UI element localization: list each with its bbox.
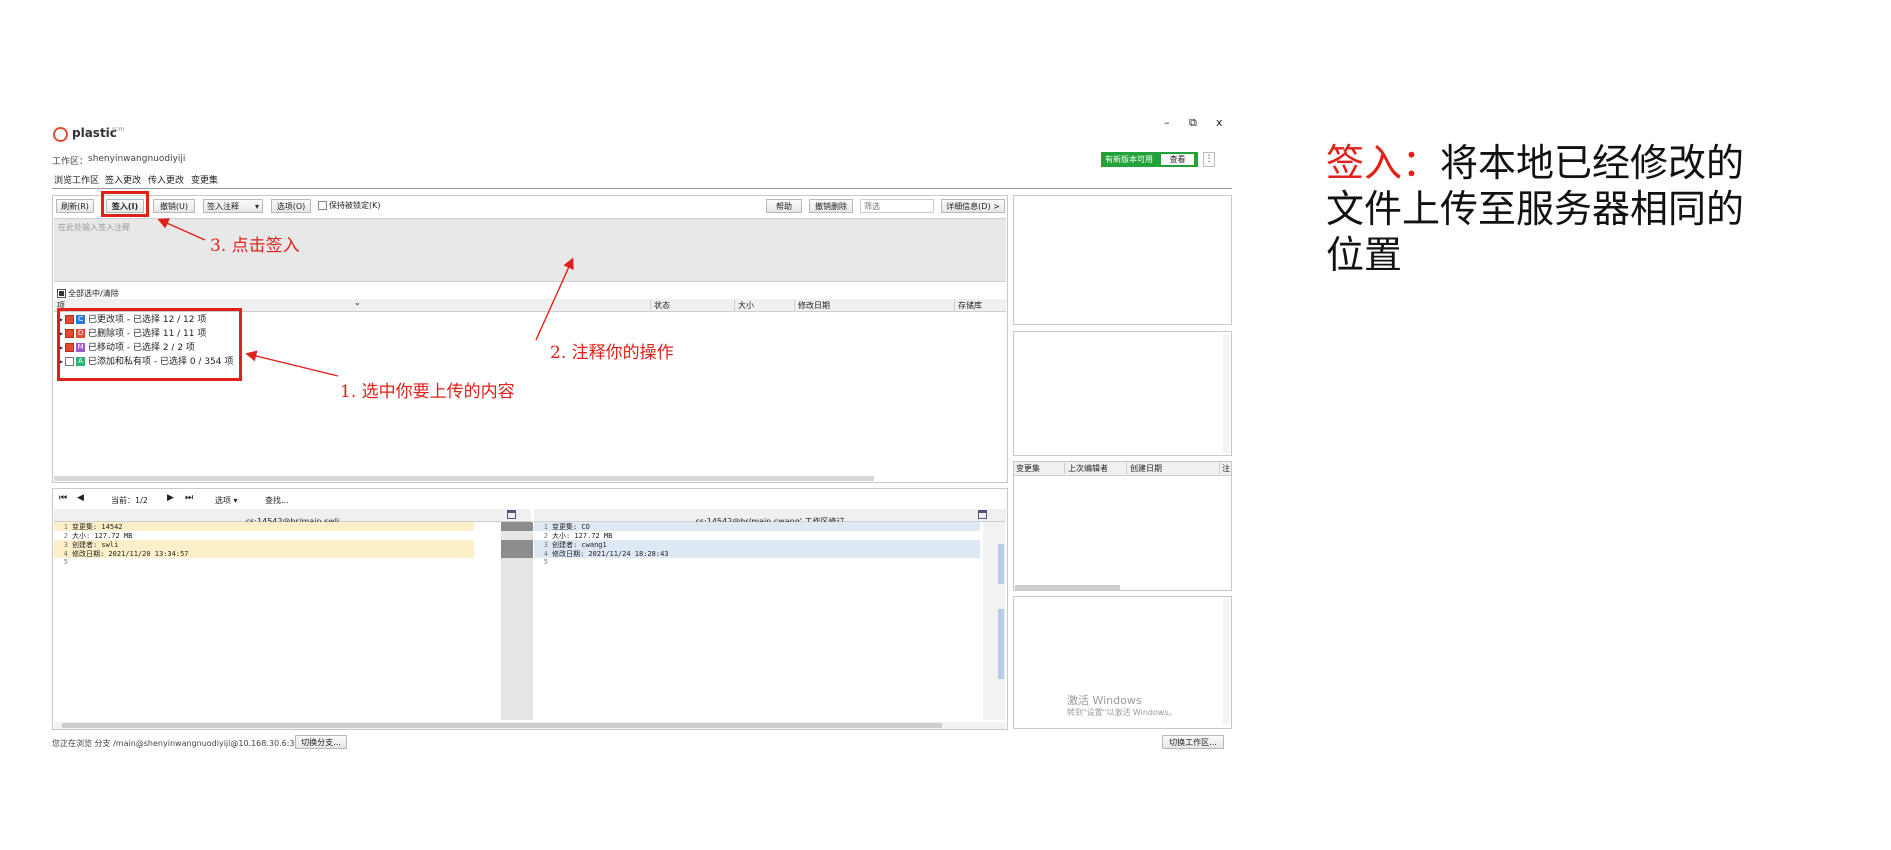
arrow-step1 [245,350,339,377]
arrow-step3 [157,218,206,241]
annotation-step3: 3. 点击签入 [210,236,300,256]
arrow-step2 [535,257,574,341]
annotation-step1: 1. 选中你要上传的内容 [340,382,515,402]
annotation-arrows [157,218,574,377]
annotation-step2: 2. 注释你的操作 [550,343,674,363]
explanation-title: 签入： [1326,141,1441,185]
explanation-block: 签入：将本地已经修改的文件上传至服务器相同的位置 [1326,140,1766,278]
